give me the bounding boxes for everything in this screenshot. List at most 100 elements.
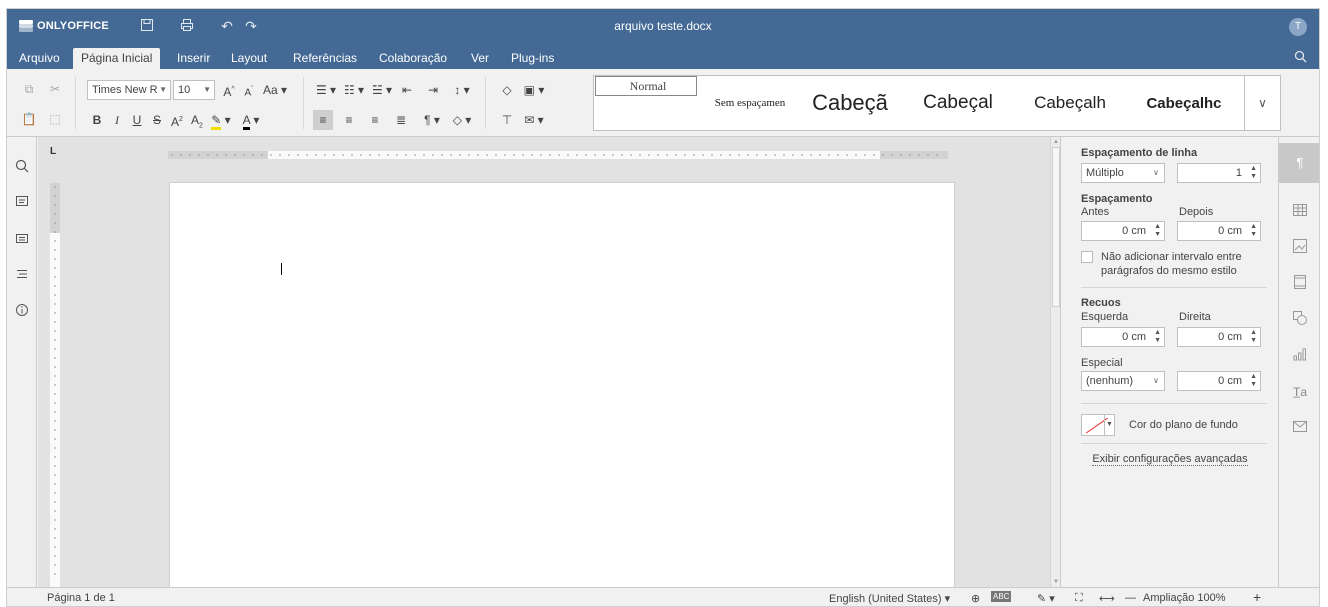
scroll-up-icon[interactable]: ▲ bbox=[1051, 137, 1060, 147]
change-case-icon[interactable]: Aa ▾ bbox=[261, 80, 289, 100]
chart-settings-icon[interactable] bbox=[1291, 347, 1309, 365]
align-center-icon[interactable]: ≡ bbox=[339, 110, 359, 130]
line-spacing-icon[interactable]: ↕ ▾ bbox=[449, 80, 475, 100]
search-icon[interactable] bbox=[1294, 50, 1307, 66]
tab-plugins[interactable]: Plug-ins bbox=[503, 48, 562, 69]
info-icon[interactable] bbox=[13, 303, 31, 321]
spacing-before-input[interactable]: 0 cm ▲ ▼ bbox=[1081, 221, 1165, 241]
line-spacing-value-input[interactable]: 1 ▲ ▼ bbox=[1177, 163, 1261, 183]
style-heading-4[interactable]: Cabeçalhc bbox=[1130, 76, 1238, 130]
vertical-scrollbar[interactable]: ▲ ▼ bbox=[1050, 137, 1060, 587]
decrease-indent-icon[interactable]: ⇤ bbox=[397, 80, 417, 100]
font-color-icon[interactable]: A ▾ bbox=[237, 110, 265, 130]
track-changes-icon[interactable]: ✎ ▾ bbox=[1037, 592, 1055, 605]
tab-referencias[interactable]: Referências bbox=[285, 48, 365, 69]
underline-icon[interactable]: U bbox=[127, 110, 147, 130]
spacing-after-input[interactable]: 0 cm ▲ ▼ bbox=[1177, 221, 1261, 241]
cut-icon[interactable]: ✂ bbox=[45, 79, 65, 99]
horizontal-ruler[interactable] bbox=[168, 147, 948, 161]
vertical-ruler[interactable] bbox=[50, 183, 60, 587]
no-interval-checkbox[interactable] bbox=[1081, 251, 1093, 263]
spinner-icon[interactable]: ▲ ▼ bbox=[1250, 165, 1257, 181]
increase-font-icon[interactable]: A^ bbox=[219, 80, 239, 100]
spinner-icon[interactable]: ▲ ▼ bbox=[1154, 223, 1161, 239]
highlight-color-icon[interactable]: ✎ ▾ bbox=[207, 110, 235, 130]
spinner-icon[interactable]: ▲ ▼ bbox=[1250, 329, 1257, 345]
style-no-spacing[interactable]: Sem espaçamen bbox=[704, 76, 796, 130]
doc-language-icon[interactable]: ⊕ bbox=[971, 592, 980, 605]
scroll-down-icon[interactable]: ▼ bbox=[1051, 577, 1060, 587]
styles-expand-button[interactable]: ∨ bbox=[1244, 76, 1280, 130]
shape-settings-icon[interactable] bbox=[1291, 311, 1309, 329]
fit-width-icon[interactable]: ⟷ bbox=[1099, 592, 1115, 605]
italic-icon[interactable]: I bbox=[107, 110, 127, 130]
numbered-list-icon[interactable]: ☷ ▾ bbox=[341, 80, 367, 100]
table-settings-icon[interactable] bbox=[1291, 203, 1309, 221]
tab-layout[interactable]: Layout bbox=[223, 48, 275, 69]
align-left-icon[interactable]: ≡ bbox=[313, 110, 333, 130]
style-heading-1[interactable]: Cabeçã bbox=[800, 76, 900, 130]
multilevel-list-icon[interactable]: ☱ ▾ bbox=[369, 80, 395, 100]
fit-page-icon[interactable]: ⛶ bbox=[1075, 592, 1083, 605]
mail-merge-icon[interactable]: ✉ ▾ bbox=[521, 110, 547, 130]
increase-indent-icon[interactable]: ⇥ bbox=[423, 80, 443, 100]
document-page[interactable] bbox=[170, 183, 954, 587]
comments-icon[interactable] bbox=[13, 195, 31, 213]
bullet-list-icon[interactable]: ☰ ▾ bbox=[313, 80, 339, 100]
user-avatar[interactable]: T bbox=[1289, 18, 1307, 36]
tab-ver[interactable]: Ver bbox=[463, 48, 497, 69]
page-counter: Página 1 de 1 bbox=[47, 592, 115, 604]
clear-style-icon[interactable]: ◇ bbox=[497, 80, 517, 100]
line-spacing-type-select[interactable]: Múltiplo ∨ bbox=[1081, 163, 1165, 183]
background-color-picker[interactable]: ▼ bbox=[1081, 414, 1115, 436]
color-scheme-icon[interactable]: ▣ ▾ bbox=[521, 80, 547, 100]
header-footer-icon[interactable] bbox=[1291, 275, 1309, 293]
mail-merge-settings-icon[interactable] bbox=[1291, 419, 1309, 437]
font-name-select[interactable]: Times New R ▼ bbox=[87, 80, 171, 100]
superscript-icon[interactable]: A2 bbox=[167, 110, 187, 130]
subscript-icon[interactable]: A2 bbox=[187, 110, 207, 130]
search-icon[interactable] bbox=[13, 159, 31, 177]
zoom-in-icon[interactable]: + bbox=[1253, 589, 1261, 605]
image-settings-icon[interactable] bbox=[1291, 239, 1309, 257]
spinner-icon[interactable]: ▲ ▼ bbox=[1250, 223, 1257, 239]
tab-pagina-inicial[interactable]: Página Inicial bbox=[73, 48, 161, 69]
zoom-out-icon[interactable]: — bbox=[1125, 592, 1136, 604]
tab-arquivo[interactable]: Arquivo bbox=[11, 48, 68, 69]
textart-settings-icon[interactable]: T̲a bbox=[1291, 383, 1309, 401]
tab-colaboracao[interactable]: Colaboração bbox=[371, 48, 455, 69]
left-indent-input[interactable]: 0 cm ▲ ▼ bbox=[1081, 327, 1165, 347]
language-select[interactable]: English (United States) ▾ bbox=[829, 592, 950, 605]
navigation-icon[interactable] bbox=[13, 267, 31, 285]
special-indent-input[interactable]: 0 cm ▲ ▼ bbox=[1177, 371, 1261, 391]
tab-stop-selector[interactable]: L bbox=[50, 147, 60, 157]
decrease-font-icon[interactable]: Aˇ bbox=[239, 80, 259, 100]
advanced-settings-link[interactable]: Exibir configurações avançadas bbox=[1061, 453, 1279, 466]
tab-inserir[interactable]: Inserir bbox=[169, 48, 218, 69]
style-heading-3[interactable]: Cabeçalh bbox=[1014, 76, 1126, 130]
spinner-icon[interactable]: ▲ ▼ bbox=[1154, 329, 1161, 345]
bold-icon[interactable]: B bbox=[87, 110, 107, 130]
after-label: Depois bbox=[1179, 206, 1214, 218]
menu-bar: Arquivo Página Inicial Inserir Layout Re… bbox=[7, 45, 1319, 69]
scroll-thumb[interactable] bbox=[1052, 147, 1060, 307]
spellcheck-icon[interactable]: ABC bbox=[991, 591, 1012, 602]
special-indent-select[interactable]: (nenhum) ∨ bbox=[1081, 371, 1165, 391]
right-indent-input[interactable]: 0 cm ▲ ▼ bbox=[1177, 327, 1261, 347]
paragraph-settings-tab[interactable]: ¶ bbox=[1279, 143, 1319, 183]
style-heading-2[interactable]: Cabeçal bbox=[906, 76, 1010, 130]
copy-icon[interactable]: ⧉ bbox=[19, 79, 39, 99]
chat-icon[interactable] bbox=[13, 231, 31, 249]
style-normal[interactable]: Normal bbox=[595, 76, 697, 96]
font-size-select[interactable]: 10 ▼ bbox=[173, 80, 215, 100]
justify-icon[interactable]: ≣ bbox=[391, 110, 411, 130]
align-right-icon[interactable]: ≡ bbox=[365, 110, 385, 130]
nonprinting-chars-icon[interactable]: ¶ ▾ bbox=[419, 110, 445, 130]
spinner-icon[interactable]: ▲ ▼ bbox=[1250, 373, 1257, 389]
background-color-label: Cor do plano de fundo bbox=[1129, 419, 1238, 431]
select-all-icon[interactable]: ⬚ bbox=[45, 109, 65, 129]
paste-icon[interactable]: 📋 bbox=[19, 109, 39, 129]
copy-style-icon[interactable]: ⊤ bbox=[497, 110, 517, 130]
shading-icon[interactable]: ◇ ▾ bbox=[449, 110, 475, 130]
strikethrough-icon[interactable]: S bbox=[147, 110, 167, 130]
